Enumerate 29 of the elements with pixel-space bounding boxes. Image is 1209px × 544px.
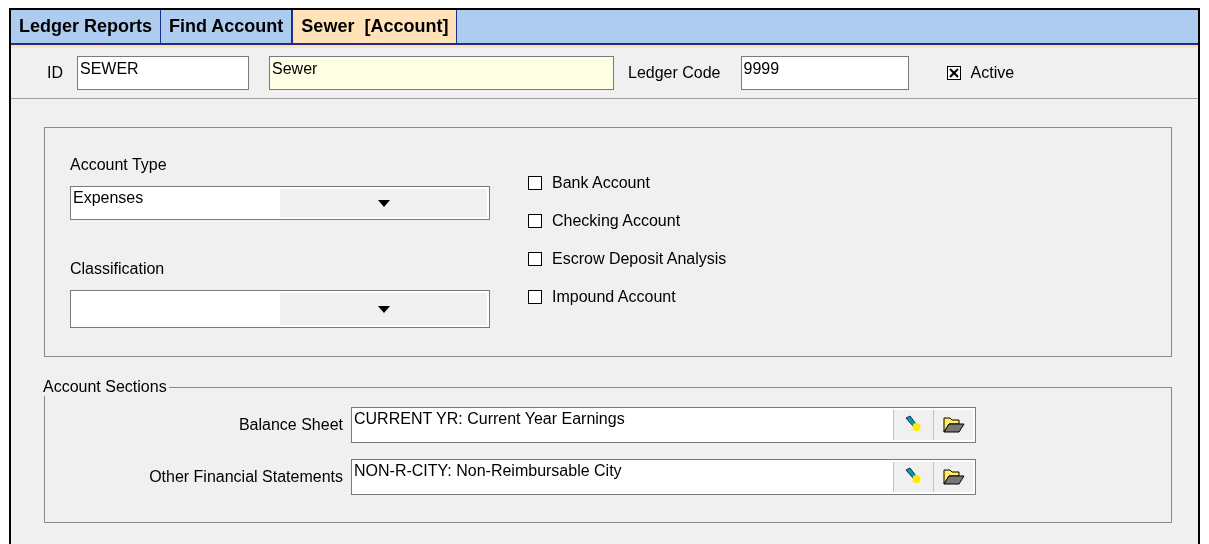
ledger-code-label: Ledger Code <box>628 64 721 82</box>
checkbox[interactable] <box>528 252 542 266</box>
lookup-field[interactable]: CURRENT YR: Current Year Earnings <box>351 407 976 443</box>
checkbox-label: Escrow Deposit Analysis <box>552 250 727 268</box>
checkbox[interactable] <box>528 214 542 228</box>
lookup-field[interactable]: NON-R-CITY: Non-Reimbursable City <box>351 459 976 495</box>
tab[interactable]: Sewer [Account] <box>292 10 458 43</box>
folder-icon[interactable] <box>933 410 973 440</box>
checkbox-label: Checking Account <box>552 212 681 230</box>
group-title: Account Sections <box>43 378 169 396</box>
classification-label: Classification <box>70 260 166 278</box>
checkbox-label: Impound Account <box>552 288 676 306</box>
name-field[interactable]: Sewer <box>269 56 614 90</box>
checkbox[interactable] <box>528 176 542 190</box>
account-type-dropdown[interactable]: Expenses <box>70 186 490 220</box>
account-type-label: Account Type <box>70 156 168 174</box>
id-label: ID <box>47 64 63 82</box>
checkbox[interactable] <box>528 290 542 304</box>
section-label: Balance Sheet <box>237 416 343 434</box>
active-label: Active <box>970 64 1015 82</box>
folder-icon[interactable] <box>933 462 973 492</box>
flashlight-icon[interactable] <box>893 462 933 492</box>
checkbox-label: Bank Account <box>552 174 650 192</box>
classification-dropdown[interactable] <box>70 290 490 328</box>
flashlight-icon[interactable] <box>893 410 933 440</box>
id-field[interactable]: SEWER <box>77 56 249 90</box>
active-checkbox[interactable] <box>946 66 961 80</box>
ledger-code-field[interactable]: 9999 <box>740 56 909 90</box>
section-label: Other Financial Statements <box>148 468 343 486</box>
